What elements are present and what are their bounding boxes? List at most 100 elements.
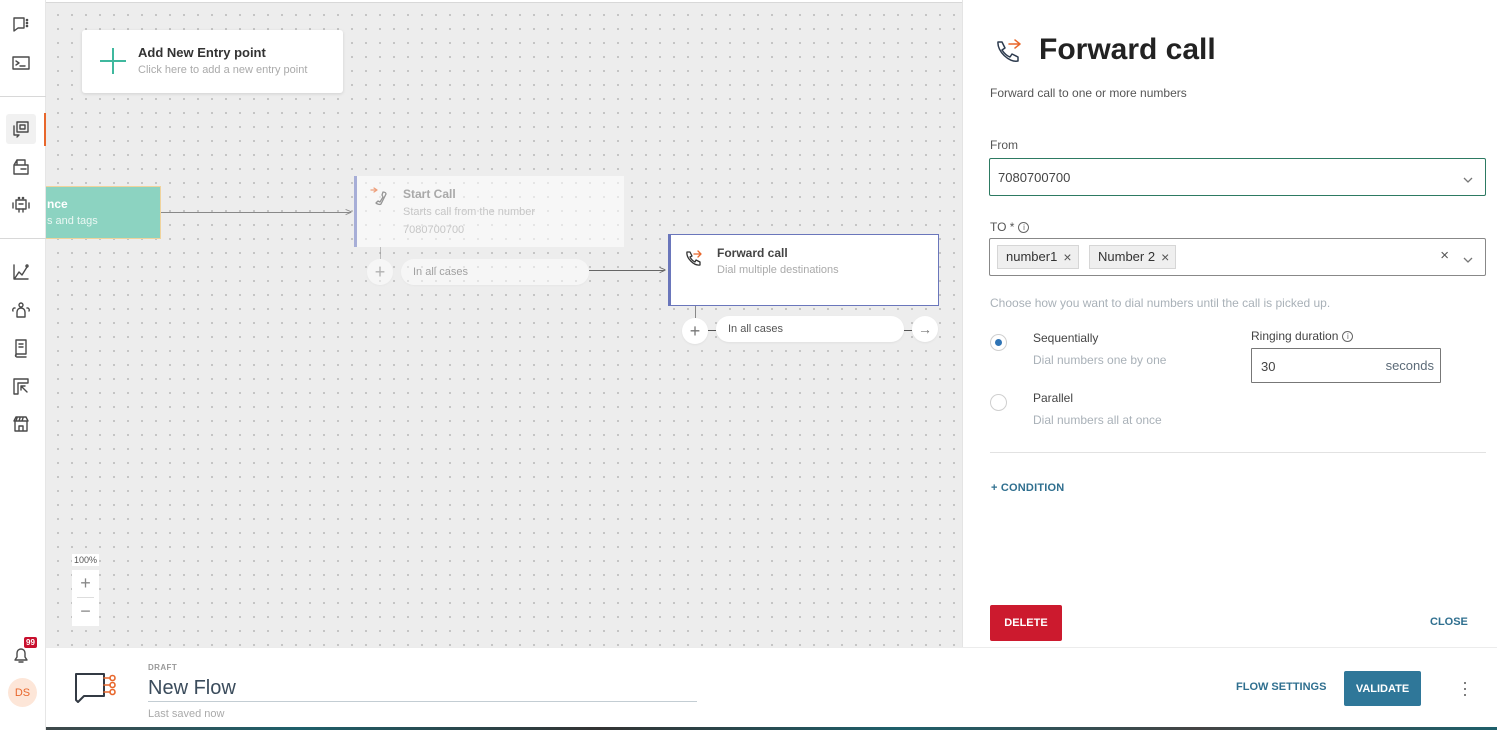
to-label: TO * (990, 220, 1015, 234)
sidebar-item-templates[interactable] (6, 152, 36, 182)
entry-node-subtitle: s and tags (47, 215, 98, 227)
add-branch-button[interactable]: + (367, 259, 393, 285)
chip-label: number1 (1006, 249, 1058, 264)
add-entry-point-card[interactable]: Add New Entry point Click here to add a … (82, 30, 343, 93)
inbox-stack-icon (13, 159, 29, 175)
last-saved-text: Last saved now (148, 708, 225, 720)
radio-sublabel: Dial numbers one by one (1033, 353, 1167, 367)
entry-node-title: nce (47, 197, 68, 211)
sidebar-item-flows[interactable] (6, 114, 36, 144)
connector-line (904, 330, 912, 331)
sidebar-divider (0, 96, 46, 97)
sidebar-item-conversations[interactable] (6, 10, 36, 40)
add-branch-button[interactable]: + (682, 318, 708, 344)
zoom-level: 100% (72, 554, 100, 566)
terminal-icon (12, 56, 30, 70)
zoom-controls: + − (72, 570, 99, 626)
connector-line (380, 247, 381, 259)
node-forward-call[interactable]: Forward call Dial multiple destinations (668, 234, 939, 306)
remove-chip-icon[interactable]: × (1063, 246, 1071, 268)
sidebar-item-bots[interactable] (6, 190, 36, 220)
zoom-in-button[interactable]: + (72, 570, 99, 597)
ringing-duration-unit: seconds (1385, 358, 1434, 373)
panel-description: Forward call to one or more numbers (990, 86, 1187, 100)
branch-pill[interactable]: In all cases (716, 316, 904, 342)
to-multiselect[interactable]: number1 × Number 2 × × (989, 238, 1486, 276)
sidebar-item-integrations[interactable] (6, 371, 36, 401)
plus-icon (100, 48, 126, 74)
sidebar-item-knowledge[interactable] (6, 333, 36, 363)
to-chip: number1 × (997, 245, 1079, 269)
ringing-duration-input[interactable]: 30 seconds (1251, 348, 1441, 383)
sidebar-item-terminal[interactable] (6, 48, 36, 78)
avatar[interactable]: DS (8, 678, 37, 707)
people-icon (12, 302, 30, 318)
flow-name-input[interactable]: New Flow (148, 677, 697, 702)
storefront-icon (13, 416, 29, 432)
radio-sublabel: Dial numbers all at once (1033, 413, 1162, 427)
from-label: From (990, 138, 1018, 152)
node-detail: 7080700700 (403, 224, 465, 236)
chevron-down-icon[interactable] (1463, 252, 1473, 263)
sidebar-divider (0, 238, 46, 239)
next-step-arrow-button[interactable]: → (912, 316, 938, 342)
remove-chip-icon[interactable]: × (1161, 246, 1169, 268)
phone-outgoing-icon (369, 186, 391, 208)
chip-label: Number 2 (1098, 249, 1156, 264)
active-indicator (44, 113, 46, 146)
notification-count-badge: 99 (24, 637, 37, 648)
add-condition-button[interactable]: + CONDITION (991, 482, 1064, 494)
info-icon[interactable]: i (1342, 331, 1354, 342)
flow-settings-button[interactable]: FLOW SETTINGS (1236, 681, 1326, 693)
ringing-duration-label: Ringing duration (1251, 329, 1339, 343)
flow-canvas[interactable]: Add New Entry point Click here to add a … (46, 3, 962, 647)
frame-arrow-icon (13, 378, 29, 395)
app-root: 99 DS Add New Entry point Click here to … (0, 0, 1497, 730)
sidebar-item-contacts[interactable] (6, 295, 36, 325)
panel-title: Forward call (1039, 33, 1216, 66)
node-subtitle: Starts call from the number (403, 206, 536, 218)
robot-icon (12, 196, 30, 213)
node-title: Forward call (717, 246, 788, 260)
phone-forward-icon (683, 248, 705, 270)
flow-chat-icon (74, 670, 120, 706)
connector-line (695, 306, 696, 318)
dial-mode-helper: Choose how you want to dial numbers unti… (990, 296, 1331, 310)
branch-pill[interactable]: In all cases (401, 259, 589, 285)
ringing-duration-label-row: Ringing duration i (1251, 329, 1354, 343)
entry-node-partial[interactable]: nce s and tags (46, 186, 161, 239)
section-divider (990, 452, 1486, 453)
close-button[interactable]: CLOSE (1430, 616, 1468, 628)
bell-icon (14, 648, 28, 663)
delete-button[interactable]: DELETE (990, 605, 1062, 641)
more-options-icon[interactable] (1458, 679, 1472, 699)
node-title: Start Call (403, 187, 456, 201)
radio-parallel[interactable] (990, 394, 1007, 411)
radio-label[interactable]: Sequentially (1033, 331, 1098, 345)
node-start-call[interactable]: Start Call Starts call from the number 7… (354, 176, 624, 247)
clear-all-icon[interactable]: × (1440, 247, 1449, 264)
node-settings-panel: Forward call Forward call to one or more… (962, 0, 1497, 647)
phone-forward-icon (993, 36, 1025, 68)
connector-line (708, 330, 716, 331)
connector-line (161, 212, 351, 213)
connector-arrow-icon: > (659, 263, 667, 277)
info-icon[interactable]: i (1018, 222, 1030, 233)
flow-builder-icon (13, 121, 29, 138)
from-select[interactable]: 7080700700 (989, 158, 1486, 196)
entry-point-title: Add New Entry point (138, 45, 266, 60)
connector-line (589, 270, 664, 271)
sidebar: 99 DS (0, 0, 46, 730)
sidebar-item-store[interactable] (6, 409, 36, 439)
node-subtitle: Dial multiple destinations (717, 264, 839, 276)
flow-status: DRAFT (148, 663, 178, 672)
validate-button[interactable]: VALIDATE (1344, 671, 1421, 706)
to-chip: Number 2 × (1089, 245, 1177, 269)
book-icon (14, 339, 27, 358)
to-label-row: TO * i (990, 220, 1030, 234)
radio-label[interactable]: Parallel (1033, 391, 1073, 405)
chat-dots-icon (13, 17, 29, 32)
radio-sequentially[interactable] (990, 334, 1007, 351)
zoom-out-button[interactable]: − (72, 598, 99, 625)
sidebar-item-analytics[interactable] (6, 257, 36, 287)
